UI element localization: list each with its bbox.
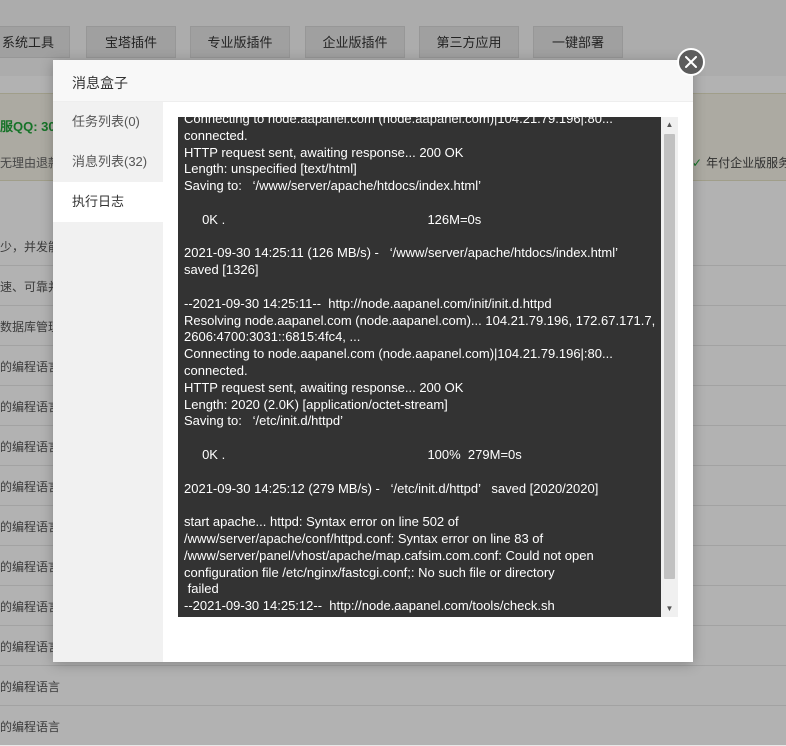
sidebar-item-execution-log[interactable]: 执行日志 <box>53 182 163 222</box>
log-scrollbar[interactable]: ▲ ▼ <box>661 117 678 617</box>
sidebar-item-task-list[interactable]: 任务列表(0) <box>53 102 163 142</box>
dialog-sidebar: 任务列表(0) 消息列表(32) 执行日志 <box>53 102 163 662</box>
message-box-dialog: 消息盒子 任务列表(0) 消息列表(32) 执行日志 Connecting to… <box>53 60 693 662</box>
scroll-down-arrow-icon[interactable]: ▼ <box>661 601 678 617</box>
sidebar-item-message-list[interactable]: 消息列表(32) <box>53 142 163 182</box>
scrollbar-thumb[interactable] <box>664 134 675 579</box>
dialog-header: 消息盒子 <box>53 60 693 102</box>
close-button[interactable] <box>677 48 705 76</box>
dialog-title: 消息盒子 <box>72 75 128 91</box>
execution-log-panel[interactable]: Connecting to node.aapanel.com (node.aap… <box>178 117 678 617</box>
scroll-up-arrow-icon[interactable]: ▲ <box>661 117 678 133</box>
close-icon <box>685 56 697 68</box>
execution-log-text: Connecting to node.aapanel.com (node.aap… <box>184 117 656 614</box>
